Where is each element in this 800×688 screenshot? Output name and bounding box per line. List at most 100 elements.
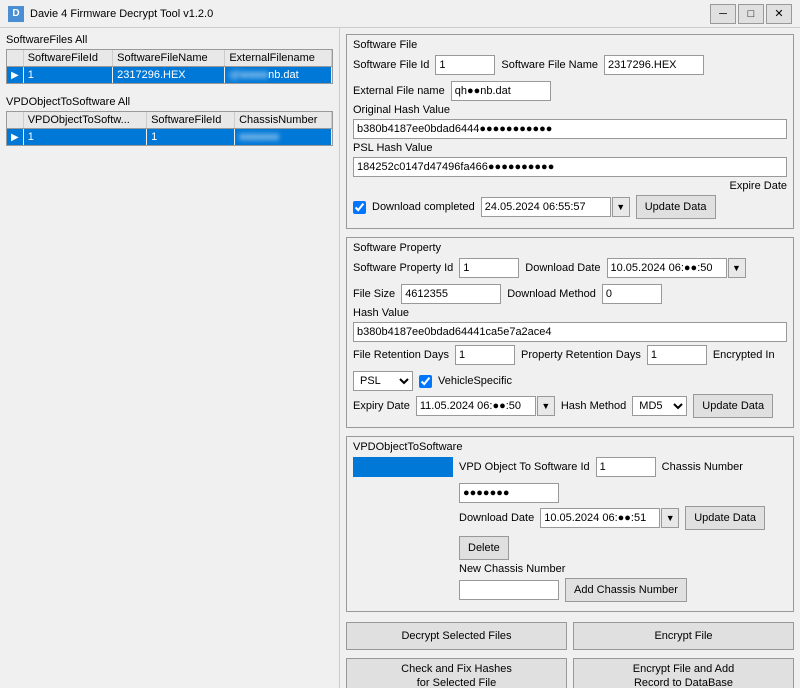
download-completed-checkbox[interactable] bbox=[353, 201, 366, 214]
download-completed-label: Download completed bbox=[372, 201, 475, 213]
encrypt-file-add-record-button[interactable]: Encrypt File and AddRecord to DataBase bbox=[573, 658, 794, 688]
expiry-date-label: Expiry Date bbox=[353, 400, 410, 412]
original-hash-label: Original Hash Value bbox=[353, 104, 450, 116]
vpd-col-indicator bbox=[7, 112, 23, 129]
expire-datetime-container: ▼ bbox=[481, 197, 630, 217]
sw-file-ids-row: Software File Id Software File Name Exte… bbox=[353, 55, 787, 101]
psl-hash-input[interactable] bbox=[353, 157, 787, 177]
vpd-table-container: VPDObjectToSoftw... SoftwareFileId Chass… bbox=[6, 111, 333, 146]
maximize-button[interactable]: □ bbox=[738, 4, 764, 24]
check-and-fix-hashes-button[interactable]: Check and Fix Hashesfor Selected File bbox=[346, 658, 567, 688]
expire-date-picker-button[interactable]: ▼ bbox=[612, 197, 630, 217]
sw-property-id-label: Software Property Id bbox=[353, 262, 453, 274]
action-row-2: Check and Fix Hashesfor Selected File En… bbox=[346, 658, 794, 688]
download-date-input[interactable] bbox=[607, 258, 727, 278]
update-data-button-3[interactable]: Update Data bbox=[685, 506, 765, 530]
expire-date-row: Expire Date bbox=[353, 180, 787, 192]
expiry-date-picker-button[interactable]: ▼ bbox=[537, 396, 555, 416]
sw-property-id-input[interactable] bbox=[459, 258, 519, 278]
download-completed-row: Download completed ▼ Update Data bbox=[353, 195, 787, 219]
file-retention-days-input[interactable] bbox=[455, 345, 515, 365]
chassis-number-label: Chassis Number bbox=[662, 461, 743, 473]
hash-value-input[interactable] bbox=[353, 322, 787, 342]
vpd-download-date-label: Download Date bbox=[459, 512, 534, 524]
file-size-input[interactable] bbox=[401, 284, 501, 304]
original-hash-value-row bbox=[353, 119, 787, 139]
download-method-input[interactable] bbox=[602, 284, 662, 304]
software-files-table: SoftwareFileId SoftwareFileName External… bbox=[7, 50, 332, 83]
expiry-date-container: ▼ bbox=[416, 396, 555, 416]
psl-hash-row: PSL Hash Value bbox=[353, 142, 787, 154]
sw-external-name-cell: qh●●●●nb.dat bbox=[225, 67, 332, 84]
vpd-id-row: VPD Object To Software Id Chassis Number bbox=[459, 457, 787, 503]
update-data-button-2[interactable]: Update Data bbox=[693, 394, 773, 418]
encrypted-in-label: Encrypted In bbox=[713, 349, 775, 361]
row-indicator: ▶ bbox=[7, 67, 23, 84]
external-file-name-input[interactable] bbox=[451, 81, 551, 101]
vehicle-specific-checkbox[interactable] bbox=[419, 375, 432, 388]
table-row[interactable]: ▶ 1 2317296.HEX qh●●●●nb.dat bbox=[7, 67, 332, 84]
sw-file-name-cell: 2317296.HEX bbox=[113, 67, 225, 84]
sw-file-id-cell: 1 bbox=[23, 67, 112, 84]
sw-file-id-input[interactable] bbox=[435, 55, 495, 75]
software-files-label: SoftwareFiles All bbox=[6, 34, 333, 46]
download-date-picker-button[interactable]: ▼ bbox=[728, 258, 746, 278]
software-file-group-title: Software File bbox=[353, 39, 787, 51]
sw-file-name-input[interactable] bbox=[604, 55, 704, 75]
vpd-date-picker-button[interactable]: ▼ bbox=[661, 508, 679, 528]
retention-row: File Retention Days Property Retention D… bbox=[353, 345, 787, 391]
external-file-name-label: External File name bbox=[353, 85, 445, 97]
update-data-button-1[interactable]: Update Data bbox=[636, 195, 716, 219]
encrypted-in-select[interactable]: PSL bbox=[353, 371, 413, 391]
download-date-label: Download Date bbox=[525, 262, 600, 274]
vpd-label: VPDObjectToSoftware All bbox=[6, 96, 333, 108]
right-panel: Software File Software File Id Software … bbox=[340, 28, 800, 688]
vpd-download-date-row: Download Date ▼ Update Data Delete bbox=[459, 506, 787, 560]
vpd-sw-file-id-cell: 1 bbox=[147, 129, 235, 146]
hash-method-select[interactable]: MD5 bbox=[632, 396, 687, 416]
software-files-table-container: SoftwareFileId SoftwareFileName External… bbox=[6, 49, 333, 84]
delete-button[interactable]: Delete bbox=[459, 536, 509, 560]
software-files-section: SoftwareFiles All SoftwareFileId Softwar… bbox=[6, 34, 333, 84]
vehicle-specific-label: VehicleSpecific bbox=[438, 375, 512, 387]
vpd-main-row: VPD Object To Software Id Chassis Number… bbox=[353, 457, 787, 605]
col-software-file-id: SoftwareFileId bbox=[23, 50, 112, 67]
left-panel: SoftwareFiles All SoftwareFileId Softwar… bbox=[0, 28, 340, 688]
decrypt-selected-files-button[interactable]: Decrypt Selected Files bbox=[346, 622, 567, 650]
hash-value-row bbox=[353, 322, 787, 342]
psl-hash-value-row bbox=[353, 157, 787, 177]
vpd-download-date-container: ▼ bbox=[540, 508, 679, 528]
vpd-id-input[interactable] bbox=[596, 457, 656, 477]
new-chassis-input[interactable] bbox=[459, 580, 559, 600]
chassis-number-input[interactable] bbox=[459, 483, 559, 503]
sw-file-name-label: Software File Name bbox=[501, 59, 598, 71]
vpd-download-date-input[interactable] bbox=[540, 508, 660, 528]
vpd-chassis-cell: ●●●●●● bbox=[235, 129, 332, 146]
vpd-col-sw-file-id: SoftwareFileId bbox=[147, 112, 235, 129]
property-retention-days-input[interactable] bbox=[647, 345, 707, 365]
add-chassis-button[interactable]: Add Chassis Number bbox=[565, 578, 687, 602]
close-button[interactable]: ✕ bbox=[766, 4, 792, 24]
file-retention-days-label: File Retention Days bbox=[353, 349, 449, 361]
vpd-list-container bbox=[353, 457, 453, 605]
vpd-section: VPDObjectToSoftware All VPDObjectToSoftw… bbox=[6, 96, 333, 146]
expire-date-input[interactable] bbox=[481, 197, 611, 217]
original-hash-row: Original Hash Value bbox=[353, 104, 787, 116]
software-property-group: Software Property Software Property Id D… bbox=[346, 237, 794, 428]
expiry-date-input[interactable] bbox=[416, 396, 536, 416]
sw-file-id-label: Software File Id bbox=[353, 59, 429, 71]
sw-property-ids-row: Software Property Id Download Date ▼ Fil… bbox=[353, 258, 787, 304]
minimize-button[interactable]: ─ bbox=[710, 4, 736, 24]
vpd-list[interactable] bbox=[353, 457, 453, 477]
expiry-hash-row: Expiry Date ▼ Hash Method MD5 Update Dat… bbox=[353, 394, 787, 418]
property-retention-days-label: Property Retention Days bbox=[521, 349, 641, 361]
action-row-1: Decrypt Selected Files Encrypt File bbox=[346, 622, 794, 650]
vpd-table: VPDObjectToSoftw... SoftwareFileId Chass… bbox=[7, 112, 332, 145]
file-size-label: File Size bbox=[353, 288, 395, 300]
vpd-table-row[interactable]: ▶ 1 1 ●●●●●● bbox=[7, 129, 332, 146]
col-indicator bbox=[7, 50, 23, 67]
vpd-col-chassis: ChassisNumber bbox=[235, 112, 332, 129]
original-hash-input[interactable] bbox=[353, 119, 787, 139]
encrypt-file-button[interactable]: Encrypt File bbox=[573, 622, 794, 650]
new-chassis-label: New Chassis Number bbox=[459, 563, 565, 575]
